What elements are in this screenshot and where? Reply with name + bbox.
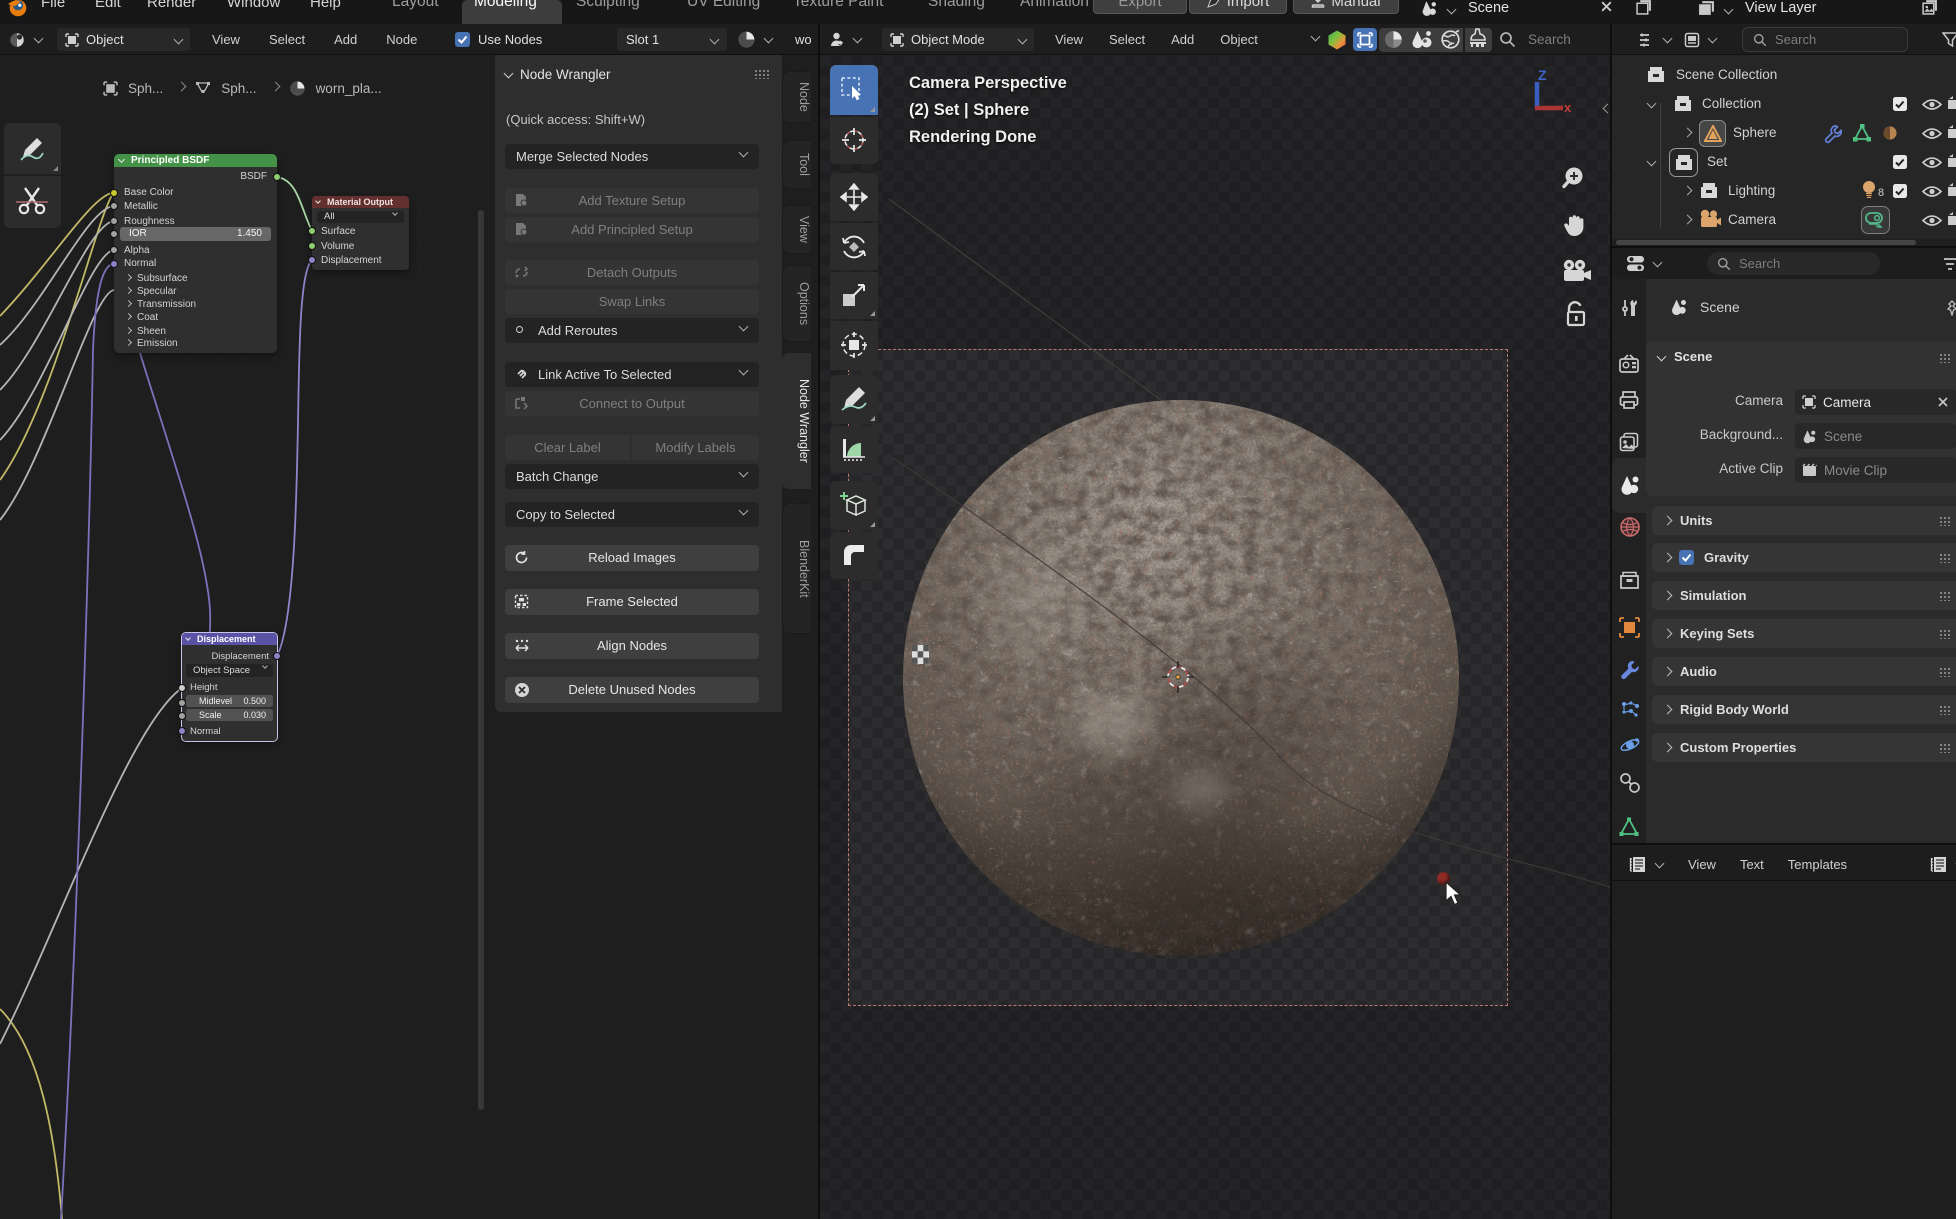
- svg-text:x: x: [1564, 100, 1572, 115]
- svg-text:Z: Z: [1538, 67, 1547, 83]
